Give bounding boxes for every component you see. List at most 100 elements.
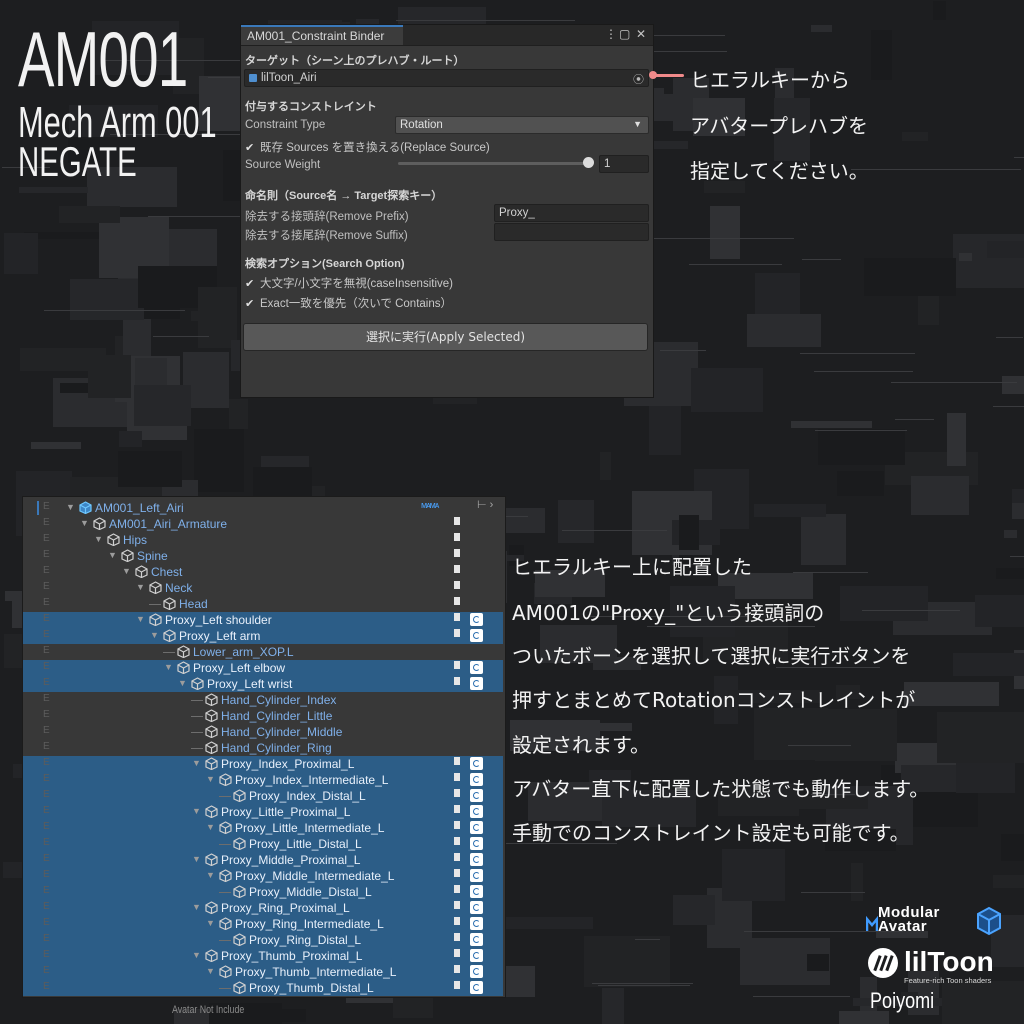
hierarchy-visibility-marker[interactable]: E [43, 645, 50, 656]
remove-prefix-input[interactable]: Proxy_ [494, 204, 649, 222]
hierarchy-row[interactable]: E ▼ Proxy_Ring_Intermediate_L [23, 916, 503, 932]
expand-arrow-icon[interactable]: ▼ [192, 806, 201, 816]
hierarchy-visibility-marker[interactable]: E [43, 581, 50, 592]
hierarchy-row[interactable]: E ▼ Proxy_Ring_Proximal_L [23, 900, 503, 916]
expand-arrow-icon[interactable]: ▼ [80, 518, 89, 528]
hierarchy-row[interactable]: E ▼ AM001_Left_Airi [23, 500, 503, 516]
expand-arrow-icon[interactable]: ▼ [164, 662, 173, 672]
hierarchy-row[interactable]: E Proxy_Ring_Distal_L [23, 932, 503, 948]
expand-arrow-icon[interactable]: ▼ [66, 502, 75, 512]
hierarchy-visibility-marker[interactable]: E [43, 805, 50, 816]
hierarchy-visibility-marker[interactable]: E [43, 661, 50, 672]
more-menu-icon[interactable]: ⋮ [605, 27, 617, 41]
hierarchy-visibility-marker[interactable]: E [43, 565, 50, 576]
hierarchy-visibility-marker[interactable]: E [43, 853, 50, 864]
hierarchy-visibility-marker[interactable]: E [43, 741, 50, 752]
hierarchy-row[interactable]: E ▼ Proxy_Little_Intermediate_L [23, 820, 503, 836]
hierarchy-visibility-marker[interactable]: E [43, 869, 50, 880]
expand-arrow-icon[interactable]: ▼ [206, 870, 215, 880]
expand-arrow-icon[interactable]: ▼ [122, 566, 131, 576]
close-icon[interactable]: ✕ [636, 27, 646, 41]
hierarchy-visibility-marker[interactable]: E [43, 901, 50, 912]
search-section-header: 検索オプション(Search Option) [245, 258, 405, 270]
hierarchy-row[interactable]: E Hand_Cylinder_Middle [23, 724, 503, 740]
hierarchy-row[interactable]: E ▼ Proxy_Middle_Intermediate_L [23, 868, 503, 884]
expand-arrow-icon[interactable]: ▼ [136, 614, 145, 624]
hierarchy-row[interactable]: E ▼ Hips [23, 532, 503, 548]
hierarchy-visibility-marker[interactable]: E [43, 757, 50, 768]
hierarchy-row[interactable]: E ▼ Proxy_Left elbow [23, 660, 503, 676]
hierarchy-visibility-marker[interactable]: E [43, 501, 50, 512]
hierarchy-row[interactable]: E ▼ Proxy_Index_Intermediate_L [23, 772, 503, 788]
hierarchy-visibility-marker[interactable]: E [43, 597, 50, 608]
hierarchy-visibility-marker[interactable]: E [43, 677, 50, 688]
target-object-field[interactable]: lilToon_Airi ⦿ [244, 69, 649, 87]
expand-arrow-icon[interactable]: ▼ [108, 550, 117, 560]
source-weight-input[interactable]: 1 [599, 155, 649, 173]
hierarchy-visibility-marker[interactable]: E [43, 709, 50, 720]
hierarchy-visibility-marker[interactable]: E [43, 933, 50, 944]
expand-arrow-icon[interactable]: ▼ [192, 854, 201, 864]
expand-arrow-icon[interactable]: ▼ [192, 902, 201, 912]
hierarchy-visibility-marker[interactable]: E [43, 885, 50, 896]
expand-arrow-icon[interactable]: ▼ [150, 630, 159, 640]
exact-match-checkbox[interactable]: ✔ Exact一致を優先（次いで Contains） [245, 295, 452, 311]
hierarchy-visibility-marker[interactable]: E [43, 965, 50, 976]
hierarchy-row[interactable]: E ▼ Proxy_Thumb_Proximal_L [23, 948, 503, 964]
hierarchy-row[interactable]: E Hand_Cylinder_Little [23, 708, 503, 724]
expand-arrow-icon[interactable]: ▼ [192, 950, 201, 960]
hierarchy-visibility-marker[interactable]: E [43, 725, 50, 736]
hierarchy-row[interactable]: E Proxy_Thumb_Distal_L [23, 980, 503, 996]
hierarchy-visibility-marker[interactable]: E [43, 981, 50, 992]
hierarchy-row[interactable]: E ▼ Proxy_Middle_Proximal_L [23, 852, 503, 868]
hierarchy-visibility-marker[interactable]: E [43, 693, 50, 704]
hierarchy-visibility-marker[interactable]: E [43, 837, 50, 848]
maximize-icon[interactable]: ▢ [619, 27, 630, 41]
expand-arrow-icon[interactable]: ▼ [206, 822, 215, 832]
poiyomi-wordmark: Poiyomi [870, 988, 935, 1013]
tab-constraint-binder[interactable]: AM001_Constraint Binder [241, 25, 403, 45]
source-weight-slider-handle[interactable] [583, 157, 594, 168]
hierarchy-visibility-marker[interactable]: E [43, 789, 50, 800]
hierarchy-row[interactable]: E Proxy_Index_Distal_L [23, 788, 503, 804]
apply-selected-button[interactable]: 選択に実行(Apply Selected) [243, 323, 648, 351]
hierarchy-row[interactable]: E ▼ Proxy_Left shoulder [23, 612, 503, 628]
hierarchy-row[interactable]: E ▼ Proxy_Little_Proximal_L [23, 804, 503, 820]
expand-arrow-icon[interactable]: ▼ [94, 534, 103, 544]
hierarchy-row[interactable]: E ▼ Chest [23, 564, 503, 580]
case-insensitive-checkbox[interactable]: ✔ 大文字/小文字を無視(caseInsensitive) [245, 275, 453, 291]
remove-suffix-input[interactable] [494, 223, 649, 241]
hierarchy-visibility-marker[interactable]: E [43, 917, 50, 928]
hierarchy-row[interactable]: E Head [23, 596, 503, 612]
hierarchy-visibility-marker[interactable]: E [43, 773, 50, 784]
replace-source-checkbox[interactable]: ✔ 既存 Sources を置き換える(Replace Source) [245, 139, 490, 155]
object-picker-icon[interactable]: ⦿ [633, 71, 644, 87]
expand-arrow-icon[interactable]: ▼ [136, 582, 145, 592]
hierarchy-row[interactable]: E ▼ Proxy_Left wrist [23, 676, 503, 692]
hierarchy-row[interactable]: E ▼ Proxy_Left arm [23, 628, 503, 644]
hierarchy-row[interactable]: E ▼ Spine [23, 548, 503, 564]
hierarchy-row[interactable]: E ▼ Proxy_Thumb_Intermediate_L [23, 964, 503, 980]
expand-arrow-icon[interactable]: ▼ [206, 918, 215, 928]
hierarchy-visibility-marker[interactable]: E [43, 821, 50, 832]
hierarchy-visibility-marker[interactable]: E [43, 629, 50, 640]
constraint-type-dropdown[interactable]: Rotation ▼ [395, 116, 649, 134]
hierarchy-visibility-marker[interactable]: E [43, 517, 50, 528]
hierarchy-visibility-marker[interactable]: E [43, 549, 50, 560]
hierarchy-row[interactable]: E Hand_Cylinder_Index [23, 692, 503, 708]
hierarchy-row[interactable]: E ▼ Neck [23, 580, 503, 596]
source-weight-slider-track[interactable] [398, 162, 590, 165]
expand-arrow-icon[interactable]: ▼ [192, 758, 201, 768]
hierarchy-row[interactable]: E Proxy_Middle_Distal_L [23, 884, 503, 900]
hierarchy-row[interactable]: E Proxy_Little_Distal_L [23, 836, 503, 852]
expand-arrow-icon[interactable]: ▼ [206, 966, 215, 976]
hierarchy-row[interactable]: E ▼ Proxy_Index_Proximal_L [23, 756, 503, 772]
hierarchy-row[interactable]: E Lower_arm_XOP.L [23, 644, 503, 660]
hierarchy-row[interactable]: E Hand_Cylinder_Ring [23, 740, 503, 756]
hierarchy-visibility-marker[interactable]: E [43, 613, 50, 624]
hierarchy-visibility-marker[interactable]: E [43, 949, 50, 960]
expand-arrow-icon[interactable]: ▼ [178, 678, 187, 688]
hierarchy-row[interactable]: E ▼ AM001_Airi_Armature [23, 516, 503, 532]
expand-arrow-icon[interactable]: ▼ [206, 774, 215, 784]
hierarchy-visibility-marker[interactable]: E [43, 533, 50, 544]
